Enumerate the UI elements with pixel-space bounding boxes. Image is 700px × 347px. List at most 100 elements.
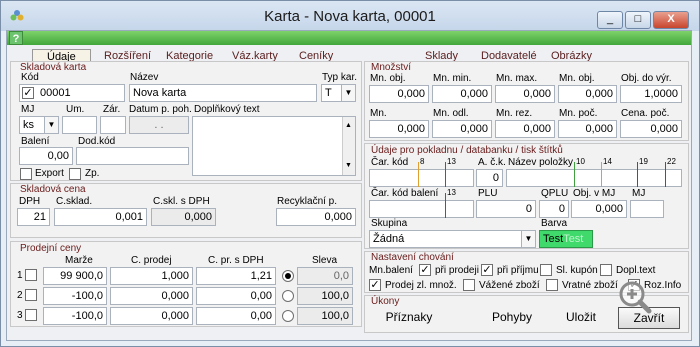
cprodej-field[interactable]: 0,000 (110, 307, 193, 325)
typ-select[interactable]: T ▼ (321, 84, 356, 102)
sleva-radio[interactable] (282, 270, 294, 282)
cprsdph-field[interactable]: 0,00 (196, 287, 276, 305)
marker-10 (574, 162, 575, 187)
scrollbar[interactable]: ▲ ▼ (342, 117, 355, 175)
barva-swatch[interactable]: TestTest (539, 230, 593, 248)
cskl-label: C.sklad. (56, 196, 93, 207)
objvmj-field[interactable]: 0,000 (571, 200, 627, 218)
cprodej-field[interactable]: 0,000 (110, 287, 193, 305)
qplu-field[interactable]: 0 (539, 200, 569, 218)
marker-19 (637, 162, 638, 187)
dodkod-field[interactable] (76, 147, 189, 165)
mnozstvi-field[interactable]: 0,000 (432, 85, 492, 103)
chevron-down-icon[interactable]: ▼ (521, 231, 535, 247)
skupina-label: Skupina (371, 218, 408, 229)
mnozstvi-field[interactable]: 0,000 (369, 85, 429, 103)
doplnkovy-label: Doplňkový text (194, 104, 260, 115)
mnozstvi-field[interactable]: 0,000 (495, 120, 555, 138)
zp-checkbox[interactable] (69, 168, 81, 180)
vazene-checkbox[interactable] (463, 279, 475, 291)
marker-19-label: 19 (639, 157, 648, 166)
sleva-field[interactable]: 0,0 (297, 267, 353, 285)
export-checkbox[interactable] (20, 168, 32, 180)
mnozstvi-label: Mn. poč. (559, 108, 598, 119)
priprijmu-label: při příjmu (497, 265, 539, 276)
mnozstvi-field[interactable]: 1,0000 (620, 85, 682, 103)
slkupon-checkbox[interactable] (540, 264, 552, 276)
mnozstvi-field[interactable]: 0,000 (558, 85, 617, 103)
mnozstvi-field[interactable]: 0,000 (369, 120, 429, 138)
sleva-radio[interactable] (282, 290, 294, 302)
marze-field[interactable]: -100,0 (43, 287, 107, 305)
chevron-down-icon[interactable]: ▼ (341, 85, 355, 101)
prodejzl-checkbox[interactable]: ✓ (369, 279, 381, 291)
mnozstvi-label: Obj. do výr. (621, 73, 672, 84)
marker-8-label: 8 (420, 157, 425, 166)
nazev-field[interactable]: Nova karta (129, 84, 317, 102)
mnozstvi-label: Mn. obj. (370, 73, 406, 84)
priznaky-button[interactable]: Příznaky (380, 307, 438, 329)
price-row-checkbox[interactable] (25, 309, 37, 321)
section-title-nastaveni: Nastavení chování (371, 252, 454, 263)
mnozstvi-field[interactable]: 0,000 (558, 120, 617, 138)
nazevpol-field[interactable] (506, 169, 682, 187)
marker-14 (601, 162, 602, 187)
pohyby-button[interactable]: Pohyby (486, 307, 538, 329)
cprodej-field[interactable]: 1,000 (110, 267, 193, 285)
mj2-label: MJ (632, 188, 646, 199)
cprsdph-field[interactable]: 1,21 (196, 267, 276, 285)
maximize-button[interactable]: □ (625, 11, 651, 29)
cskl-field[interactable]: 0,001 (54, 208, 147, 226)
kod-checkbox[interactable]: ✓ (22, 87, 34, 99)
priprodeji-checkbox[interactable]: ✓ (419, 264, 431, 276)
zar-field[interactable] (100, 116, 126, 134)
price-row-number: 1 (17, 270, 23, 281)
ulozit-button[interactable]: Uložit (558, 307, 604, 329)
help-bar (7, 31, 691, 45)
marze-field[interactable]: 99 900,0 (43, 267, 107, 285)
dopltext-checkbox[interactable] (600, 264, 612, 276)
csklsdph-field[interactable]: 0,000 (151, 208, 216, 226)
chevron-down-icon[interactable]: ▼ (44, 117, 58, 133)
sleva-field[interactable]: 100,0 (297, 287, 353, 305)
sleva-radio[interactable] (282, 310, 294, 322)
sleva-field[interactable]: 100,0 (297, 307, 353, 325)
priprijmu-checkbox[interactable]: ✓ (481, 264, 493, 276)
datum-field[interactable]: . . (129, 116, 189, 134)
price-row-checkbox[interactable] (25, 269, 37, 281)
mj2-field[interactable] (630, 200, 664, 218)
help-icon[interactable]: ? (9, 31, 23, 45)
dph-field[interactable]: 21 (17, 208, 50, 226)
cprodej-header: C. prodej (131, 255, 172, 266)
zoom-icon[interactable] (618, 280, 652, 314)
scroll-down-icon[interactable]: ▼ (345, 158, 352, 174)
carkod-field[interactable] (369, 169, 474, 187)
um-field[interactable] (62, 116, 97, 134)
nazev-label: Název (130, 72, 159, 83)
mnozstvi-field[interactable]: 0,000 (432, 120, 492, 138)
section-title-skladova-cena: Skladová cena (20, 184, 86, 195)
recyk-field[interactable]: 0,000 (276, 208, 356, 226)
kod-field[interactable]: 00001 (19, 84, 125, 102)
doplnkovy-text-area[interactable]: ▲ ▼ (192, 116, 356, 176)
mnozstvi-label: Mn. min. (433, 73, 472, 84)
cprsdph-field[interactable]: 0,00 (196, 307, 276, 325)
mj-select[interactable]: ks ▼ (19, 116, 59, 134)
mnozstvi-label: Cena. poč. (621, 108, 670, 119)
vratne-checkbox[interactable] (546, 279, 558, 291)
marze-field[interactable]: -100,0 (43, 307, 107, 325)
plu-field[interactable]: 0 (476, 200, 536, 218)
skupina-select[interactable]: Žádná ▼ (369, 230, 536, 248)
recyk-label: Recyklační p. (277, 196, 338, 207)
minimize-button[interactable]: _ (597, 11, 623, 29)
carkodbal-field[interactable] (369, 200, 474, 218)
price-row-checkbox[interactable] (25, 289, 37, 301)
ack-field[interactable]: 0 (476, 169, 503, 187)
mnozstvi-field[interactable]: 0,000 (495, 85, 555, 103)
mj-label: MJ (21, 104, 35, 115)
mnozstvi-field[interactable]: 0,000 (620, 120, 682, 138)
scroll-up-icon[interactable]: ▲ (345, 118, 352, 134)
baleni-field[interactable]: 0,00 (19, 147, 73, 165)
mnozstvi-label: Mn. max. (496, 73, 538, 84)
close-button[interactable]: X (653, 11, 689, 29)
